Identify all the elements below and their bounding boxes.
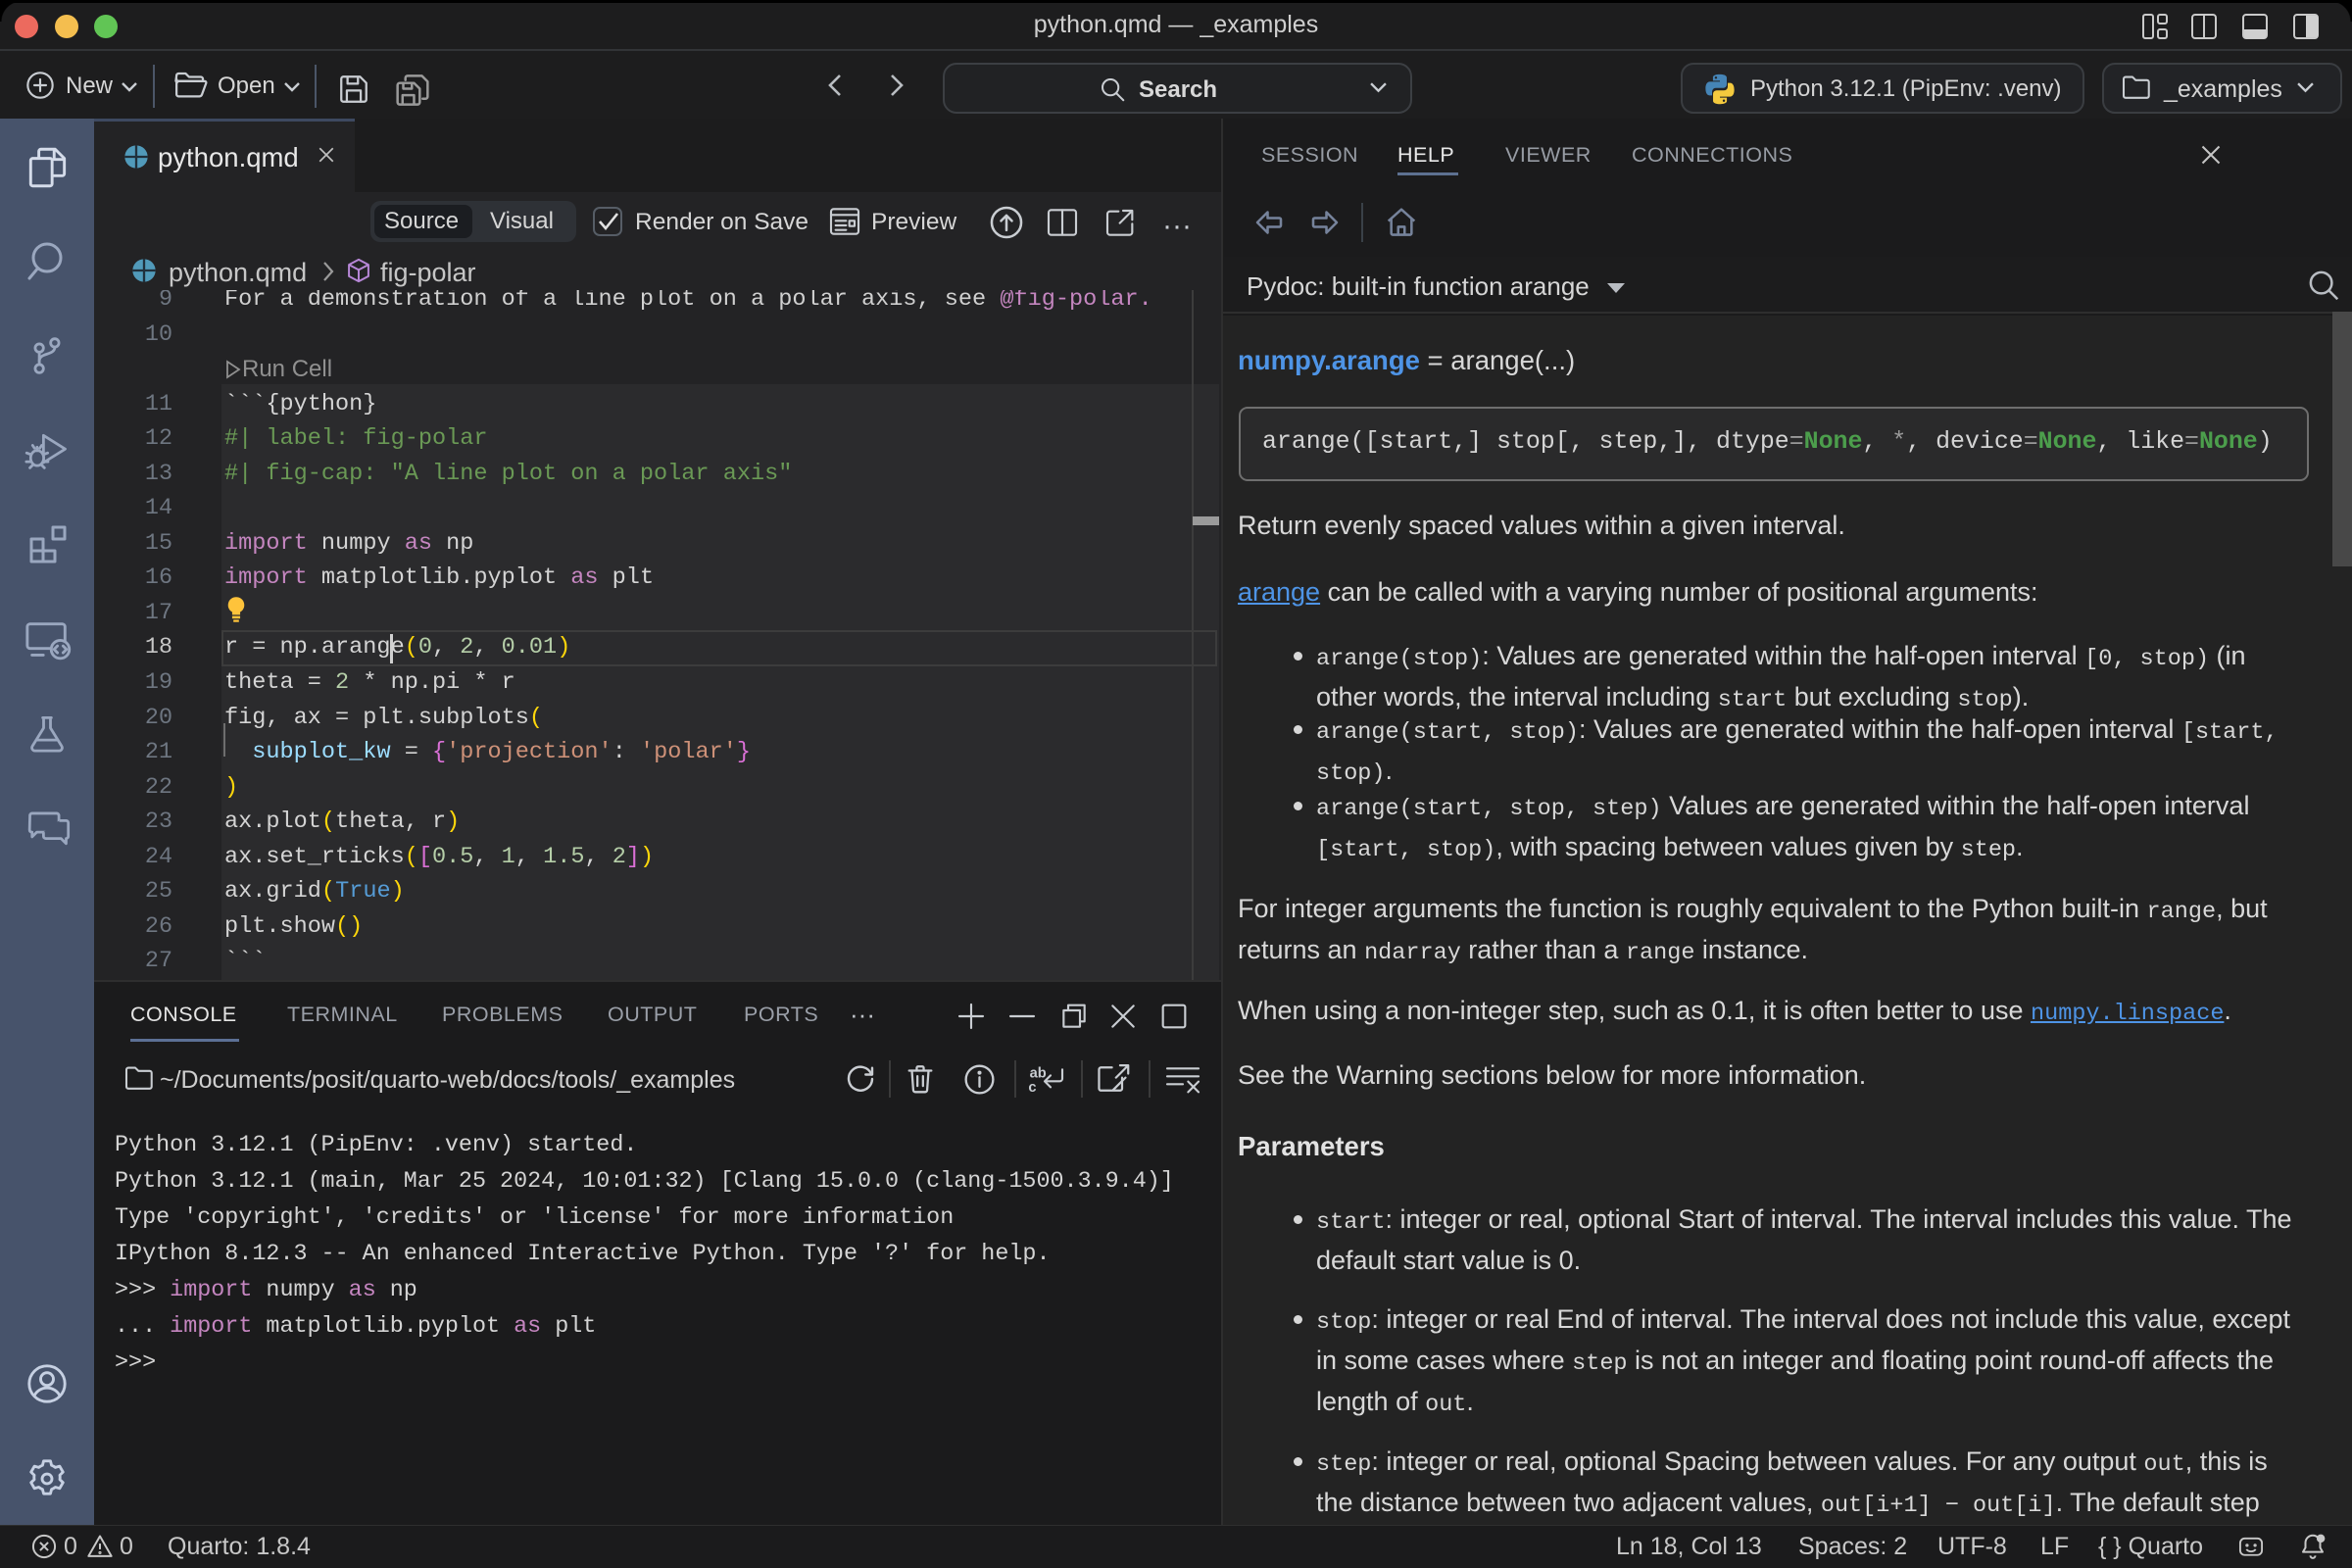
svg-text:ab: ab <box>1030 1065 1047 1081</box>
svg-text:c: c <box>1028 1080 1036 1096</box>
